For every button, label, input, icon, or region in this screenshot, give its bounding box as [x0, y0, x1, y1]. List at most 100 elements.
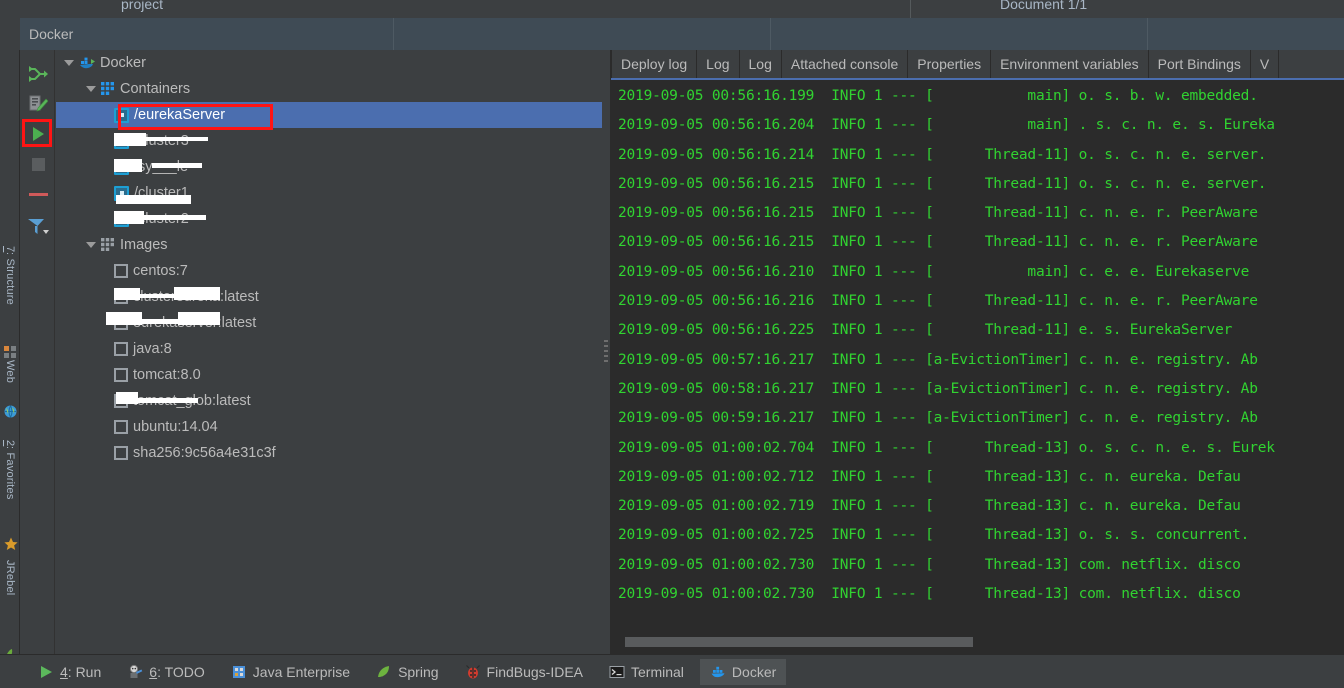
tab-log-2[interactable]: Log — [739, 50, 782, 78]
remove-icon[interactable] — [26, 182, 50, 206]
header-title-cell: Docker — [20, 18, 394, 50]
sidebar-item-web-label: Web — [4, 360, 16, 384]
sidebar-item-web[interactable]: Web — [0, 360, 20, 400]
tab-label: Properties — [917, 56, 982, 72]
tab-deploy-log[interactable]: Deploy log — [611, 50, 698, 78]
stop-icon[interactable] — [26, 152, 50, 176]
image-icon — [114, 446, 128, 460]
connect-deploy-icon[interactable] — [26, 62, 50, 86]
editor-tab-project[interactable]: project — [121, 0, 163, 12]
sidebar-item-jrebel[interactable]: JRebel — [0, 560, 20, 616]
panel-splitter[interactable] — [602, 50, 610, 654]
page-title: Docker — [29, 26, 74, 42]
run-triangle — [32, 127, 44, 141]
tab-attached-console[interactable]: Attached console — [781, 50, 909, 78]
run-icon[interactable] — [26, 122, 50, 146]
docker-tree[interactable]: Docker Containers /eurekaServer /cluster… — [56, 50, 602, 654]
log-line: 2019-09-05 00:56:16.199 INFO 1 --- [ mai… — [618, 88, 1258, 104]
sidebar-item-favorites[interactable]: 2: Favorites — [0, 440, 20, 528]
image-icon — [114, 420, 128, 434]
tree-item-image-clustereureka[interactable]: clustereureka:latest — [56, 284, 602, 310]
tree-item-image-tomcat-glob[interactable]: tomcat_glob:latest — [56, 388, 602, 414]
log-line: 2019-09-05 00:56:16.214 INFO 1 --- [ Thr… — [618, 146, 1267, 163]
tab-label: Log — [706, 56, 730, 72]
statusbar-item-todo[interactable]: 6: TODO — [117, 659, 215, 685]
statusbar-item-findbugs[interactable]: FindBugs-IDEA — [455, 659, 593, 685]
sidebar-item-structure[interactable]: 7: Structure — [0, 246, 20, 338]
statusbar-item-terminal-label: Terminal — [631, 663, 684, 680]
bottom-tool-window-bar: 4: Run 6: TODO Java Enterprise Spring Fi… — [0, 654, 1344, 688]
tree-item-image-ubuntu[interactable]: ubuntu:14.04 — [56, 414, 602, 440]
tree-item-label: /cluster3 — [134, 133, 189, 149]
container-icon — [114, 185, 129, 201]
stop-square — [31, 157, 45, 171]
log-line: 2019-09-05 00:59:16.217 INFO 1 --- [a-Ev… — [618, 410, 1258, 427]
tree-item-label: clustereureka:latest — [133, 289, 259, 305]
left-tool-window-bar: 7: Structure Web 2: Favorites JRebel — [0, 50, 20, 662]
log-line: 2019-09-05 00:56:16.216 INFO 1 --- [ Thr… — [618, 293, 1258, 310]
docker-tool-window-header: Docker — [0, 18, 1344, 50]
log-line: 2019-09-05 01:00:02.712 INFO 1 --- [ Thr… — [618, 468, 1241, 485]
chevron-down-icon[interactable] — [86, 240, 97, 251]
spring-leaf-icon — [376, 664, 392, 680]
image-icon — [114, 368, 128, 382]
log-line: 2019-09-05 00:58:16.217 INFO 1 --- [a-Ev… — [618, 380, 1258, 397]
tree-item-label: tomcat_glob:latest — [133, 393, 251, 409]
tree-item-image-tomcat[interactable]: tomcat:8.0 — [56, 362, 602, 388]
tree-item-container-sysle[interactable]: /sy___le — [56, 154, 602, 180]
tree-item-container-cluster3[interactable]: /cluster3 — [56, 128, 602, 154]
chevron-down-icon[interactable] — [86, 84, 97, 95]
docker-action-toolbar — [21, 50, 55, 654]
tree-item-label: /cluster2 — [134, 211, 189, 227]
log-line: 2019-09-05 01:00:02.704 INFO 1 --- [ Thr… — [618, 439, 1275, 456]
tab-port-bindings[interactable]: Port Bindings — [1148, 50, 1251, 78]
tree-item-image-sha256[interactable]: sha256:9c56a4e31c3f — [56, 440, 602, 466]
docker-log-panel: Deploy log Log Log Attached console Prop… — [610, 50, 1344, 654]
tree-item-image-centos[interactable]: centos:7 — [56, 258, 602, 284]
statusbar-item-docker[interactable]: Docker — [699, 658, 787, 685]
tab-environment-variables[interactable]: Environment variables — [991, 50, 1149, 78]
sidebar-item-jrebel-label: JRebel — [4, 560, 16, 596]
tree-node-containers[interactable]: Containers — [56, 76, 602, 102]
tree-item-label: eurekaserver:latest — [133, 315, 257, 331]
tree-node-docker-label: Docker — [100, 55, 146, 71]
statusbar-item-todo-label: : TODO — [157, 663, 205, 680]
edit-deployment-icon[interactable] — [26, 92, 50, 116]
tree-item-image-eurekaserver[interactable]: eurekaserver:latest — [56, 310, 602, 336]
splitter-grip[interactable] — [604, 340, 608, 370]
log-line: 2019-09-05 01:00:02.730 INFO 1 --- [ Thr… — [618, 556, 1241, 573]
container-icon — [114, 133, 129, 149]
chevron-down-icon[interactable] — [64, 58, 75, 69]
log-output[interactable]: 2019-09-05 00:56:16.199 INFO 1 --- [ mai… — [611, 82, 1344, 654]
docker-whale-icon — [710, 664, 726, 680]
tree-item-container-cluster1[interactable]: /cluster1 — [56, 180, 602, 206]
tab-log-1[interactable]: Log — [697, 50, 740, 78]
log-line: 2019-09-05 00:56:16.215 INFO 1 --- [ Thr… — [618, 175, 1267, 192]
log-line: 2019-09-05 01:00:02.719 INFO 1 --- [ Thr… — [618, 498, 1241, 515]
tab-label: Environment variables — [1000, 56, 1139, 72]
statusbar-item-terminal[interactable]: Terminal — [599, 659, 694, 685]
statusbar-item-run[interactable]: 4: Run — [28, 659, 111, 685]
tab-label: Port Bindings — [1157, 56, 1241, 72]
editor-tab-document[interactable]: Document 1/1 — [1000, 0, 1087, 12]
tree-node-images[interactable]: Images — [56, 232, 602, 258]
tree-item-label: /sy___le — [134, 159, 189, 175]
log-horizontal-scrollbar-thumb[interactable] — [625, 637, 973, 647]
log-line: 2019-09-05 00:56:16.215 INFO 1 --- [ Thr… — [618, 234, 1258, 251]
statusbar-item-java-enterprise[interactable]: Java Enterprise — [221, 659, 360, 685]
tree-item-label: sha256:9c56a4e31c3f — [133, 445, 276, 461]
tree-item-container-cluster2[interactable]: /cluster2 — [56, 206, 602, 232]
tab-properties[interactable]: Properties — [908, 50, 992, 78]
editor-split-divider — [910, 0, 911, 18]
statusbar-item-spring[interactable]: Spring — [366, 659, 448, 685]
filter-icon[interactable] — [26, 214, 50, 238]
tree-node-images-label: Images — [120, 237, 168, 253]
tree-node-docker[interactable]: Docker — [56, 50, 602, 76]
tree-item-image-java[interactable]: java:8 — [56, 336, 602, 362]
log-tab-bar: Deploy log Log Log Attached console Prop… — [611, 50, 1344, 80]
grid-icon — [101, 238, 115, 252]
tree-item-label: java:8 — [133, 341, 172, 357]
tree-item-container-eurekaserver[interactable]: /eurekaServer — [56, 102, 602, 128]
tab-volume-bindings[interactable]: V — [1250, 50, 1280, 78]
statusbar-item-java-enterprise-label: Java Enterprise — [252, 663, 351, 680]
